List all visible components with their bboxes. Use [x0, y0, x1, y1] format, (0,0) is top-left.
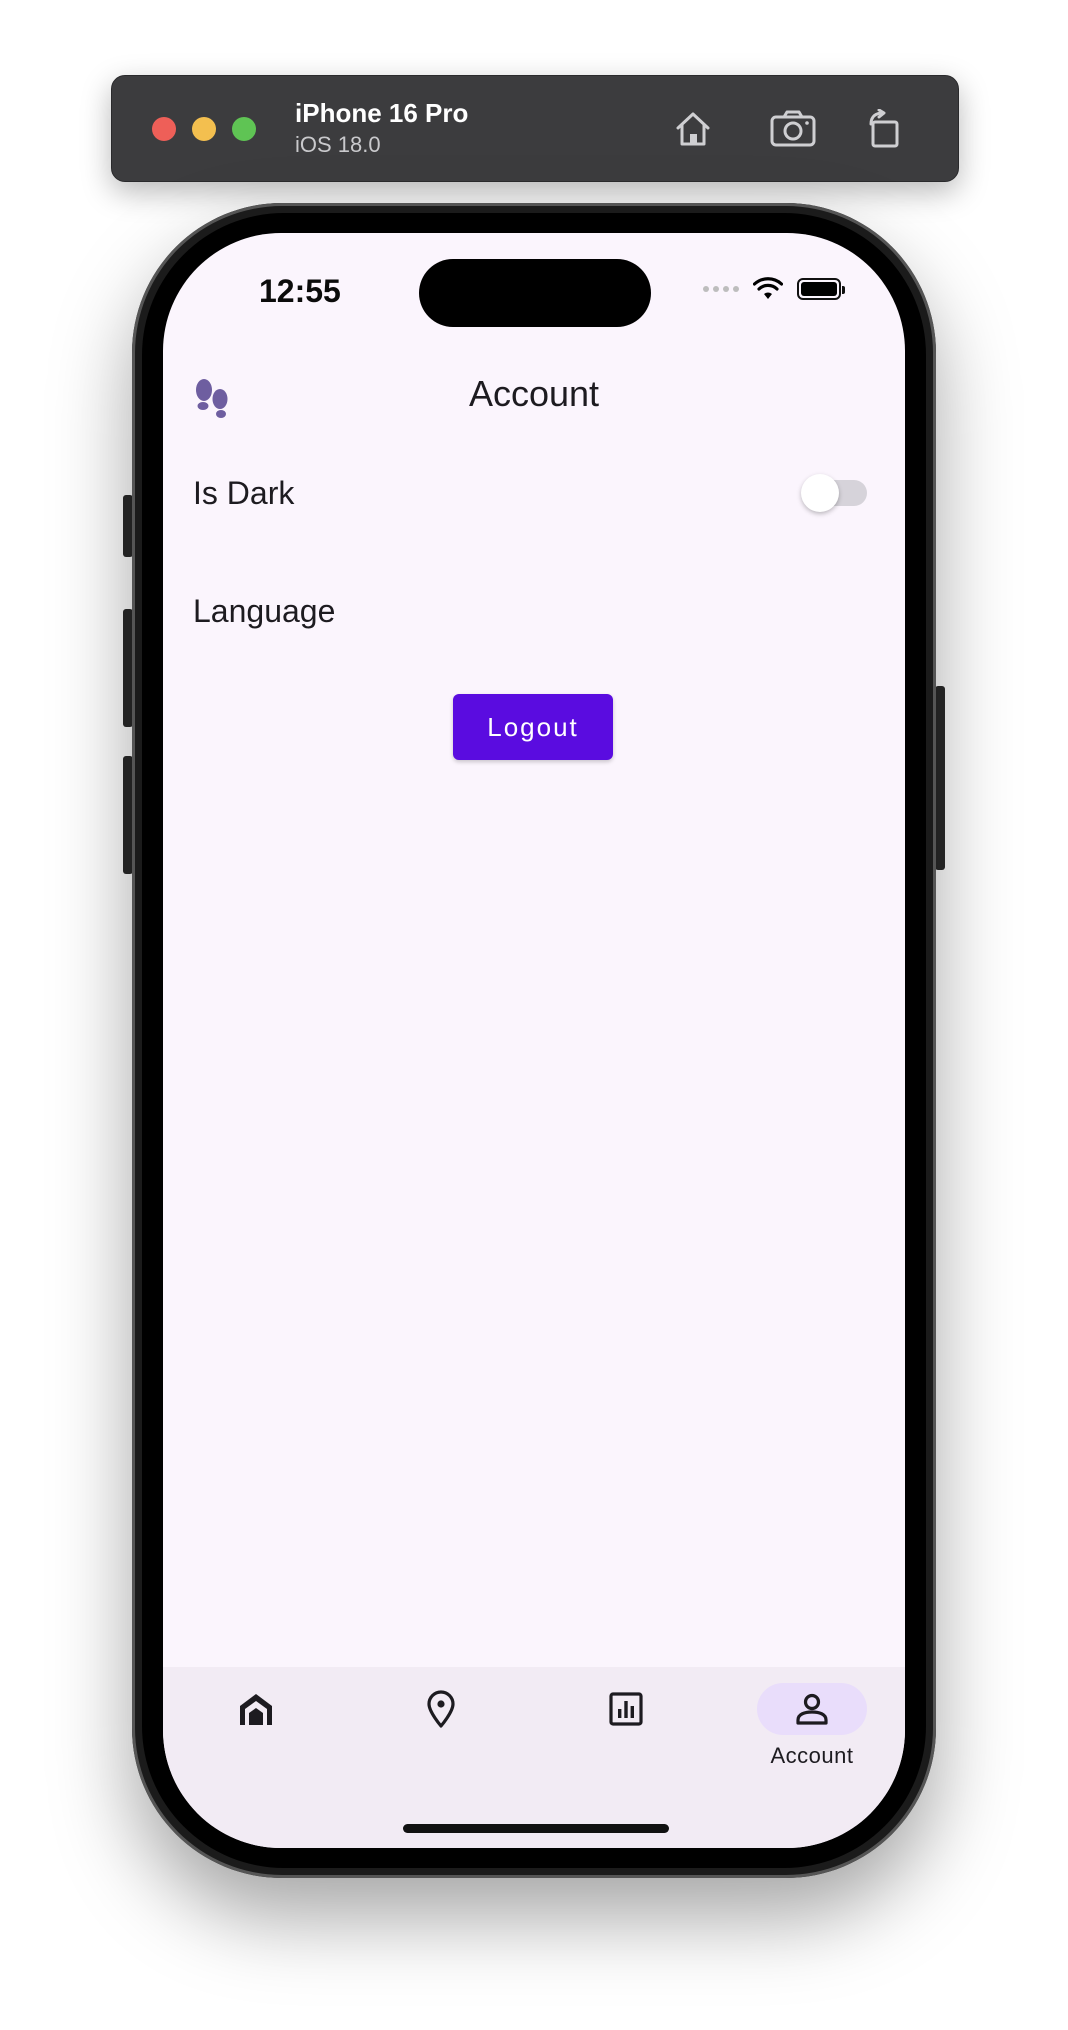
language-label: Language [193, 592, 336, 629]
language-row[interactable]: Language [193, 581, 865, 641]
simulator-home-button[interactable] [666, 102, 720, 156]
location-pin-icon [427, 1690, 455, 1728]
simulator-toolbar: iPhone 16 Pro iOS 18.0 [111, 75, 959, 182]
battery-icon [797, 278, 845, 300]
minimize-window-button[interactable] [192, 117, 216, 141]
home-icon [676, 112, 710, 146]
is-dark-toggle[interactable] [801, 474, 867, 512]
status-time: 12:55 [259, 273, 341, 309]
nav-active-indicator [757, 1683, 867, 1735]
zoom-window-button[interactable] [232, 117, 256, 141]
nav-item-home[interactable] [201, 1683, 311, 1743]
nav-icon-container [571, 1683, 681, 1735]
logout-button[interactable]: Logout [453, 694, 613, 760]
toggle-knob [801, 474, 839, 512]
home-indicator[interactable] [403, 1824, 669, 1833]
cellular-signal-icon [703, 286, 739, 292]
person-icon [796, 1693, 828, 1725]
nav-label-account: Account [770, 1743, 854, 1768]
simulator-rotate-button[interactable] [858, 102, 912, 156]
is-dark-row: Is Dark [193, 463, 867, 523]
page-title: Account [468, 373, 600, 414]
rotate-icon [869, 109, 899, 148]
dynamic-island [419, 259, 651, 327]
chart-icon [609, 1692, 643, 1726]
simulator-window: iPhone 16 Pro iOS 18.0 12:55 Account Is … [0, 0, 1068, 2030]
device-screen: 12:55 Account Is Dark Language Logout Ac… [163, 233, 905, 1848]
is-dark-label: Is Dark [193, 474, 295, 511]
nav-icon-container [201, 1683, 311, 1735]
nav-item-stats[interactable] [571, 1683, 681, 1743]
power-button [935, 686, 945, 870]
home-icon [240, 1694, 272, 1725]
simulator-screenshot-button[interactable] [766, 102, 820, 156]
nav-item-account[interactable]: Account [757, 1683, 867, 1769]
device-name: iPhone 16 Pro [295, 98, 469, 128]
status-indicators [703, 277, 845, 301]
wifi-icon [753, 277, 783, 299]
nav-item-location[interactable] [386, 1683, 496, 1743]
bottom-navigation-bar: Account [163, 1667, 905, 1848]
close-window-button[interactable] [152, 117, 176, 141]
os-version: iOS 18.0 [295, 132, 381, 157]
nav-icon-container [386, 1683, 496, 1735]
screenshot-icon [770, 110, 816, 147]
